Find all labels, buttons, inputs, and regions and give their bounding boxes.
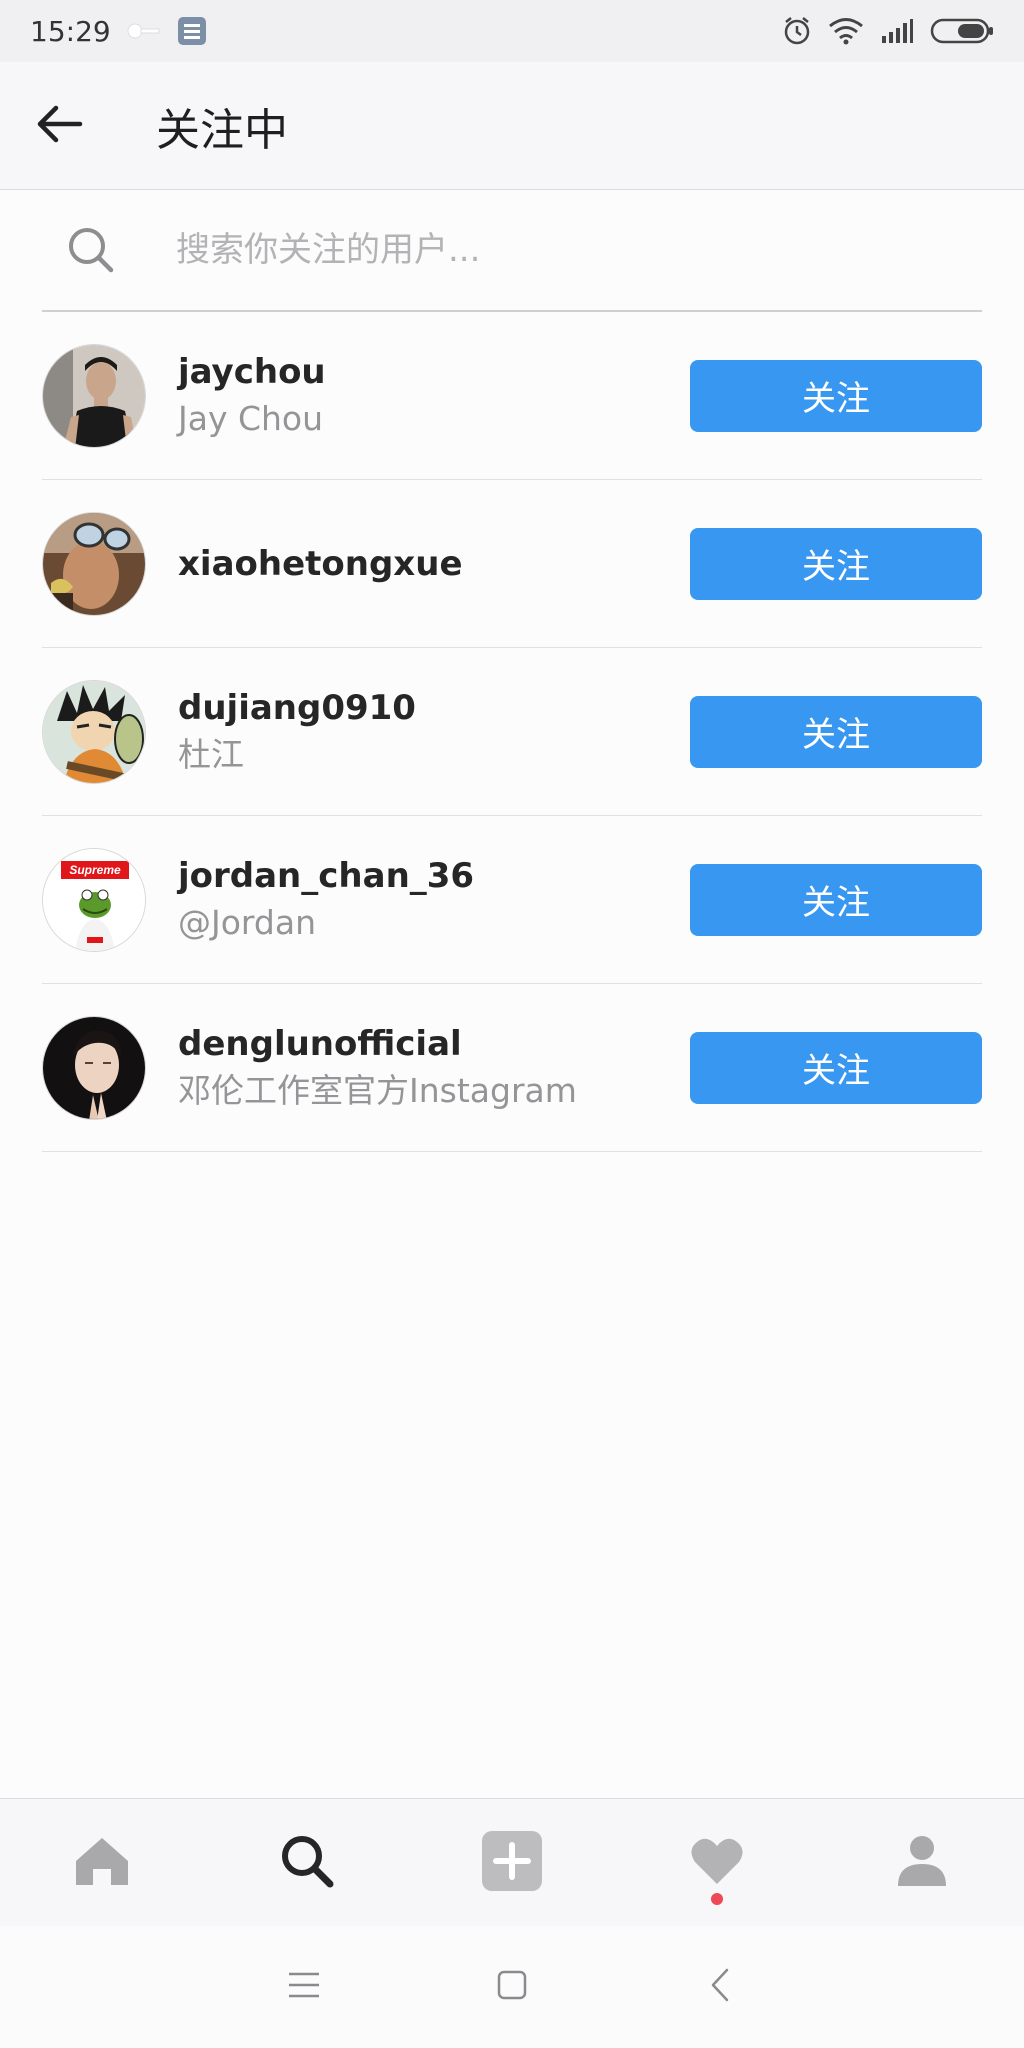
list-item[interactable]: denglunofficial 邓伦工作室官方Instagram 关注: [42, 984, 982, 1152]
full-name: 杜江: [178, 734, 244, 774]
follow-button[interactable]: 关注: [690, 527, 982, 600]
tab-home[interactable]: [0, 1799, 205, 1927]
heart-icon: [689, 1836, 745, 1890]
profile-icon: [894, 1834, 950, 1892]
avatar[interactable]: [42, 511, 146, 616]
user-text: jordan_chan_36 @Jordan: [178, 853, 690, 947]
follow-button[interactable]: 关注: [690, 1031, 982, 1104]
username: dujiang0910: [178, 687, 416, 728]
tab-activity[interactable]: [614, 1799, 819, 1927]
search-bar: [42, 190, 982, 312]
username: jaychou: [178, 351, 326, 392]
tab-search[interactable]: [205, 1799, 410, 1927]
list-item[interactable]: dujiang0910 杜江 关注: [42, 648, 982, 816]
username: denglunofficial: [178, 1023, 462, 1064]
following-list: jaychou Jay Chou 关注 xiaohetongxue 关注 duj…: [42, 312, 982, 1152]
alarm-icon: [782, 16, 812, 46]
search-icon: [46, 225, 136, 275]
back-arrow-icon: [36, 104, 84, 148]
menu-icon: [287, 1971, 321, 2003]
notification-app-icon: [177, 16, 207, 46]
page-title: 关注中: [156, 104, 288, 156]
bottom-tab-bar: [0, 1798, 1024, 1926]
signal-icon: [880, 18, 914, 44]
avatar[interactable]: [42, 1015, 146, 1120]
full-name: @Jordan: [178, 902, 316, 942]
status-right: [782, 16, 994, 46]
full-name: Jay Chou: [178, 398, 324, 438]
back-chevron-icon: [709, 1967, 731, 2007]
system-menu-button[interactable]: [264, 1947, 344, 2027]
tab-profile[interactable]: [819, 1799, 1024, 1927]
username: jordan_chan_36: [178, 855, 475, 896]
username: xiaohetongxue: [178, 543, 463, 584]
follow-button[interactable]: 关注: [690, 359, 982, 432]
header-bar: 关注中: [0, 62, 1024, 190]
user-text: xiaohetongxue: [178, 541, 690, 587]
avatar[interactable]: [42, 343, 146, 448]
follow-button[interactable]: 关注: [690, 863, 982, 936]
status-bar: 15:29: [0, 0, 1024, 62]
user-text: denglunofficial 邓伦工作室官方Instagram: [178, 1021, 690, 1115]
battery-icon: [930, 17, 994, 45]
system-home-button[interactable]: [472, 1947, 552, 2027]
system-back-button[interactable]: [680, 1947, 760, 2027]
avatar[interactable]: Supreme: [42, 847, 146, 952]
search-input[interactable]: [176, 230, 936, 270]
supreme-logo-text: Supreme: [69, 863, 121, 877]
full-name: 邓伦工作室官方Instagram: [178, 1070, 577, 1110]
user-text: jaychou Jay Chou: [178, 349, 690, 443]
list-item[interactable]: xiaohetongxue 关注: [42, 480, 982, 648]
list-item[interactable]: Supreme jordan_chan_36 @Jordan 关注: [42, 816, 982, 984]
status-left: 15:29: [30, 15, 207, 48]
home-square-icon: [496, 1969, 528, 2005]
wifi-icon: [828, 17, 864, 45]
avatar[interactable]: [42, 679, 146, 784]
back-button[interactable]: [0, 62, 120, 190]
search-icon: [279, 1833, 335, 1893]
notification-dot: [710, 1892, 723, 1905]
key-icon: [127, 22, 161, 40]
system-nav-bar: [0, 1926, 1024, 2048]
tab-add-post[interactable]: [410, 1799, 615, 1927]
user-text: dujiang0910 杜江: [178, 685, 690, 779]
list-item[interactable]: jaychou Jay Chou 关注: [42, 312, 982, 480]
add-post-icon: [480, 1829, 544, 1897]
home-icon: [73, 1835, 131, 1891]
follow-button[interactable]: 关注: [690, 695, 982, 768]
status-time: 15:29: [30, 14, 111, 48]
